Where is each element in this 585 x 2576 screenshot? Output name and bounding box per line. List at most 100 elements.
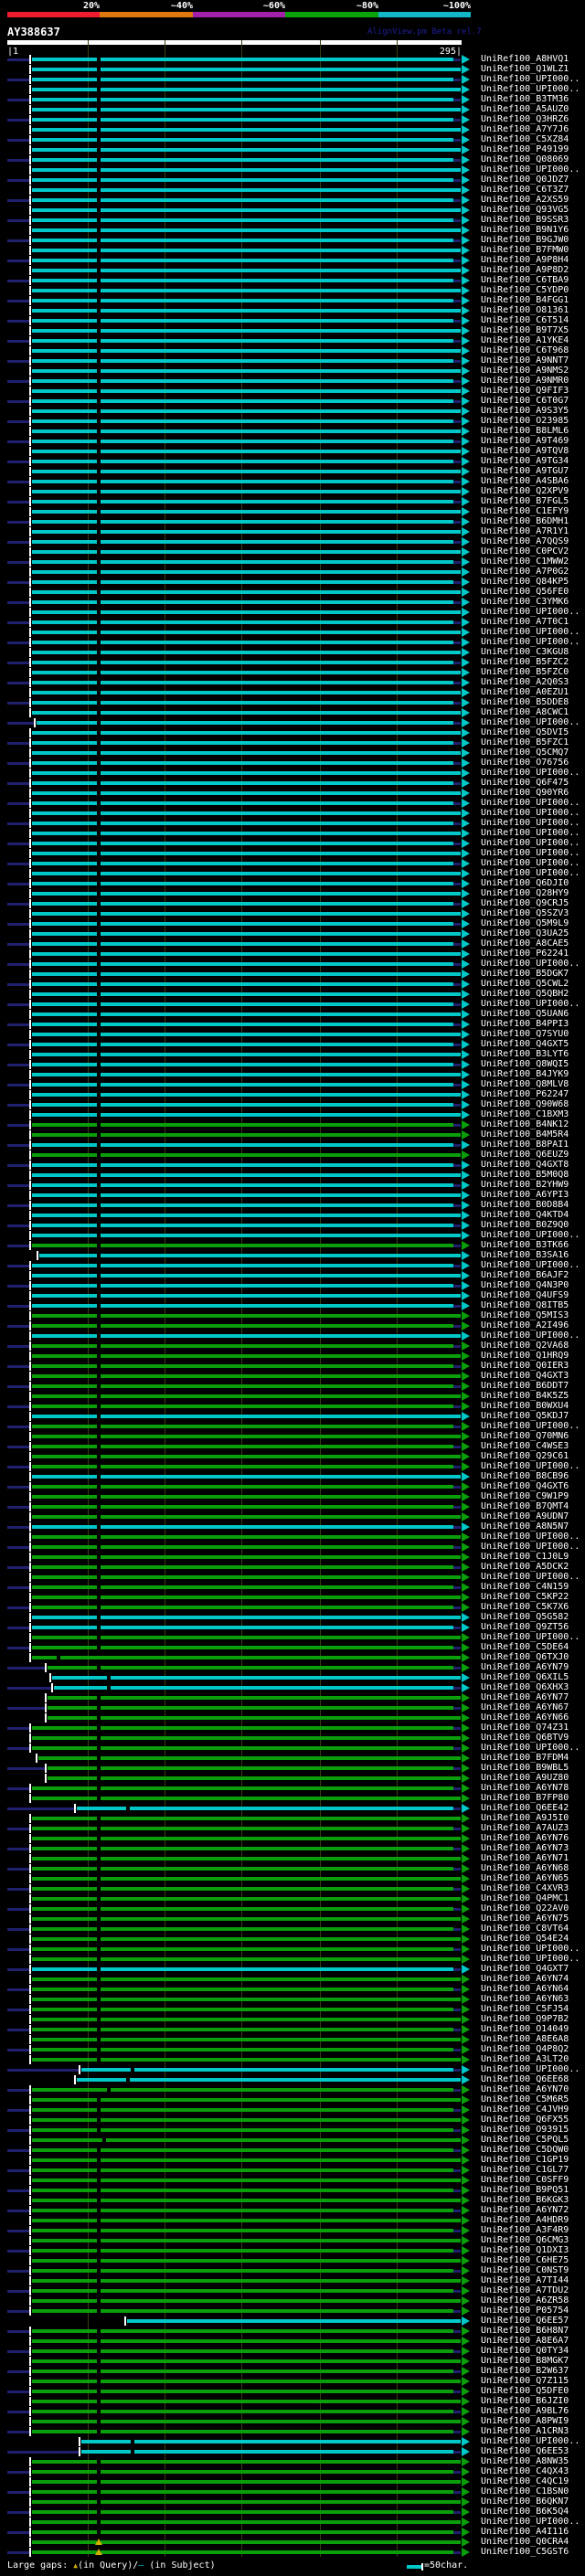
hit-label[interactable]: UniRef100_UPI000.. [481, 829, 580, 838]
hit-label[interactable]: UniRef100_B3TK66 [481, 1241, 569, 1250]
hit-label[interactable]: UniRef100_Q4GXT6 [481, 1482, 569, 1491]
hit-label[interactable]: UniRef100_B8CB96 [481, 1472, 569, 1481]
hit-bar[interactable] [32, 822, 453, 825]
hit-label[interactable]: UniRef100_P62247 [481, 1090, 569, 1099]
hit-bar[interactable] [32, 2329, 453, 2333]
hit-label[interactable]: UniRef100_Q93VG5 [481, 206, 569, 215]
hit-label[interactable]: UniRef100_B5FZC1 [481, 738, 569, 747]
hit-label[interactable]: UniRef100_Q9CRJ5 [481, 899, 569, 908]
hit-label[interactable]: UniRef100_A8PWI9 [481, 2417, 569, 2426]
hit-label[interactable]: UniRef100_Q6DJI0 [481, 879, 569, 888]
hit-label[interactable]: UniRef100_A8NW35 [481, 2457, 569, 2466]
hit-label[interactable]: UniRef100_B2YHW9 [481, 1181, 569, 1190]
hit-label[interactable]: UniRef100_A9UDN7 [481, 1512, 569, 1521]
hit-bar[interactable] [32, 1907, 453, 1911]
hit-label[interactable]: UniRef100_A9TQV8 [481, 447, 569, 456]
hit-label[interactable]: UniRef100_A7TI44 [481, 2276, 569, 2285]
hit-bar[interactable] [32, 500, 453, 504]
hit-label[interactable]: UniRef100_UPI000.. [481, 1261, 580, 1270]
hit-label[interactable]: UniRef100_Q9P7B2 [481, 2015, 569, 2024]
hit-label[interactable]: UniRef100_C0NST9 [481, 2266, 569, 2275]
hit-label[interactable]: UniRef100_UPI000.. [481, 1744, 580, 1753]
hit-label[interactable]: UniRef100_A9TGU7 [481, 467, 569, 476]
hit-label[interactable]: UniRef100_Q6EUZ9 [481, 1150, 569, 1160]
hit-label[interactable]: UniRef100_O14049 [481, 2025, 569, 2034]
hit-bar[interactable] [32, 2168, 453, 2172]
hit-bar[interactable] [32, 560, 453, 564]
hit-bar[interactable] [32, 239, 453, 242]
hit-label[interactable]: UniRef100_A6YN75 [481, 1914, 569, 1924]
hit-label[interactable]: UniRef100_Q22AV0 [481, 1904, 569, 1913]
hit-bar[interactable] [32, 1364, 453, 1368]
hit-label[interactable]: UniRef100_A9UZ80 [481, 1774, 569, 1783]
hit-label[interactable]: UniRef100_Q7Z115 [481, 2377, 569, 2386]
hit-label[interactable]: UniRef100_B6DDT7 [481, 1382, 569, 1391]
hit-label[interactable]: UniRef100_Q3UA25 [481, 929, 569, 938]
hit-bar[interactable] [32, 1867, 453, 1871]
hit-bar[interactable] [32, 2028, 453, 2031]
hit-label[interactable]: UniRef100_A8N5N7 [481, 1522, 569, 1532]
hit-label[interactable]: UniRef100_A6YN74 [481, 1975, 569, 1984]
hit-label[interactable]: UniRef100_Q54E24 [481, 1935, 569, 1944]
hit-label[interactable]: UniRef100_UPI000.. [481, 75, 580, 84]
hit-bar[interactable] [127, 2319, 461, 2323]
hit-label[interactable]: UniRef100_Q6BTV9 [481, 1733, 569, 1743]
hit-bar[interactable] [48, 1716, 461, 1720]
hit-bar[interactable] [32, 1726, 453, 1730]
hit-bar[interactable] [32, 902, 453, 906]
hit-label[interactable]: UniRef100_B4NK12 [481, 1120, 569, 1129]
hit-label[interactable]: UniRef100_Q6EE53 [481, 2447, 569, 2456]
hit-bar[interactable] [32, 1304, 453, 1308]
hit-bar[interactable] [32, 962, 453, 966]
hit-label[interactable]: UniRef100_Q5DVI5 [481, 728, 569, 737]
hit-bar[interactable] [32, 620, 453, 624]
hit-label[interactable]: UniRef100_C5XZ84 [481, 135, 569, 144]
hit-label[interactable]: UniRef100_C5YDP0 [481, 286, 569, 295]
hit-bar[interactable] [48, 1666, 453, 1670]
hit-label[interactable]: UniRef100_A4I116 [481, 2528, 569, 2537]
hit-label[interactable]: UniRef100_UPI000.. [481, 799, 580, 808]
hit-label[interactable]: UniRef100_UPI000.. [481, 839, 580, 848]
hit-label[interactable]: UniRef100_A4SBA6 [481, 477, 569, 486]
hit-bar[interactable] [32, 440, 453, 443]
hit-bar[interactable] [32, 2430, 453, 2433]
hit-bar[interactable] [32, 2289, 453, 2293]
hit-bar[interactable] [32, 218, 453, 222]
hit-bar[interactable] [32, 259, 453, 262]
hit-bar[interactable] [32, 1123, 453, 1127]
hit-label[interactable]: UniRef100_B7FGL5 [481, 497, 569, 506]
hit-bar[interactable] [32, 1786, 453, 1790]
hit-bar[interactable] [32, 1143, 453, 1147]
hit-label[interactable]: UniRef100_C5PQL5 [481, 2136, 569, 2145]
hit-label[interactable]: UniRef100_Q84KP5 [481, 578, 569, 587]
hit-label[interactable]: UniRef100_C6T968 [481, 346, 569, 355]
hit-bar[interactable] [32, 1203, 453, 1207]
hit-label[interactable]: UniRef100_Q90W68 [481, 1100, 569, 1109]
hit-label[interactable]: UniRef100_C4XVR3 [481, 1884, 569, 1893]
hit-label[interactable]: UniRef100_A8E6A8 [481, 2035, 569, 2044]
hit-bar[interactable] [32, 299, 453, 302]
hit-bar[interactable] [32, 1284, 453, 1288]
hit-label[interactable]: UniRef100_B3LYT6 [481, 1050, 569, 1059]
hit-label[interactable]: UniRef100_Q4GXT5 [481, 1040, 569, 1049]
hit-label[interactable]: UniRef100_A9NMS2 [481, 366, 569, 376]
hit-label[interactable]: UniRef100_C1BXM3 [481, 1110, 569, 1119]
hit-label[interactable]: UniRef100_B7FP80 [481, 1794, 569, 1803]
hit-bar[interactable] [32, 661, 453, 664]
hit-bar[interactable] [32, 460, 453, 463]
hit-label[interactable]: UniRef100_A6YN79 [481, 1663, 569, 1672]
hit-bar[interactable] [32, 379, 453, 383]
hit-label[interactable]: UniRef100_Q4KTD4 [481, 1211, 569, 1220]
hit-label[interactable]: UniRef100_B9T7X5 [481, 326, 569, 335]
hit-bar[interactable] [32, 359, 453, 363]
hit-bar[interactable] [32, 1163, 453, 1167]
hit-label[interactable]: UniRef100_Q6XHX3 [481, 1683, 569, 1692]
hit-bar[interactable] [32, 922, 453, 926]
hit-bar[interactable] [32, 862, 453, 865]
hit-bar[interactable] [32, 1646, 453, 1649]
hit-label[interactable]: UniRef100_Q0IER3 [481, 1362, 569, 1371]
hit-label[interactable]: UniRef100_A2Q0S3 [481, 678, 569, 687]
hit-label[interactable]: UniRef100_UPI000.. [481, 1573, 580, 1582]
hit-label[interactable]: UniRef100_UPI000.. [481, 628, 580, 637]
hit-label[interactable]: UniRef100_O23985 [481, 417, 569, 426]
